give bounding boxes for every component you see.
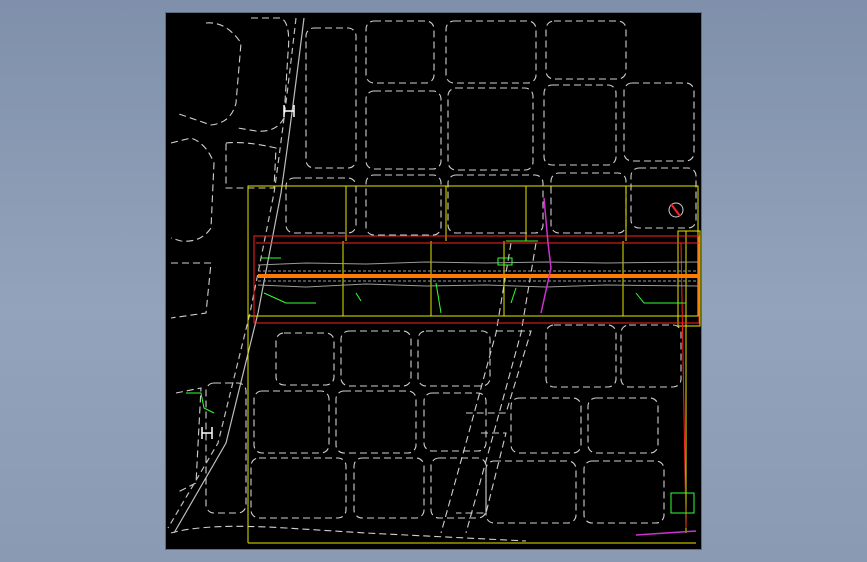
magenta-line [540,197,697,536]
cad-viewer [0,0,867,562]
red-line-boundaries [253,235,700,529]
yellow-boundaries [247,185,701,544]
green-annotations [186,240,695,514]
drawing-sheet[interactable] [166,13,701,549]
cad-drawing [167,17,701,544]
city-block-outlines [170,17,697,542]
north-arrow-icon [668,202,684,218]
